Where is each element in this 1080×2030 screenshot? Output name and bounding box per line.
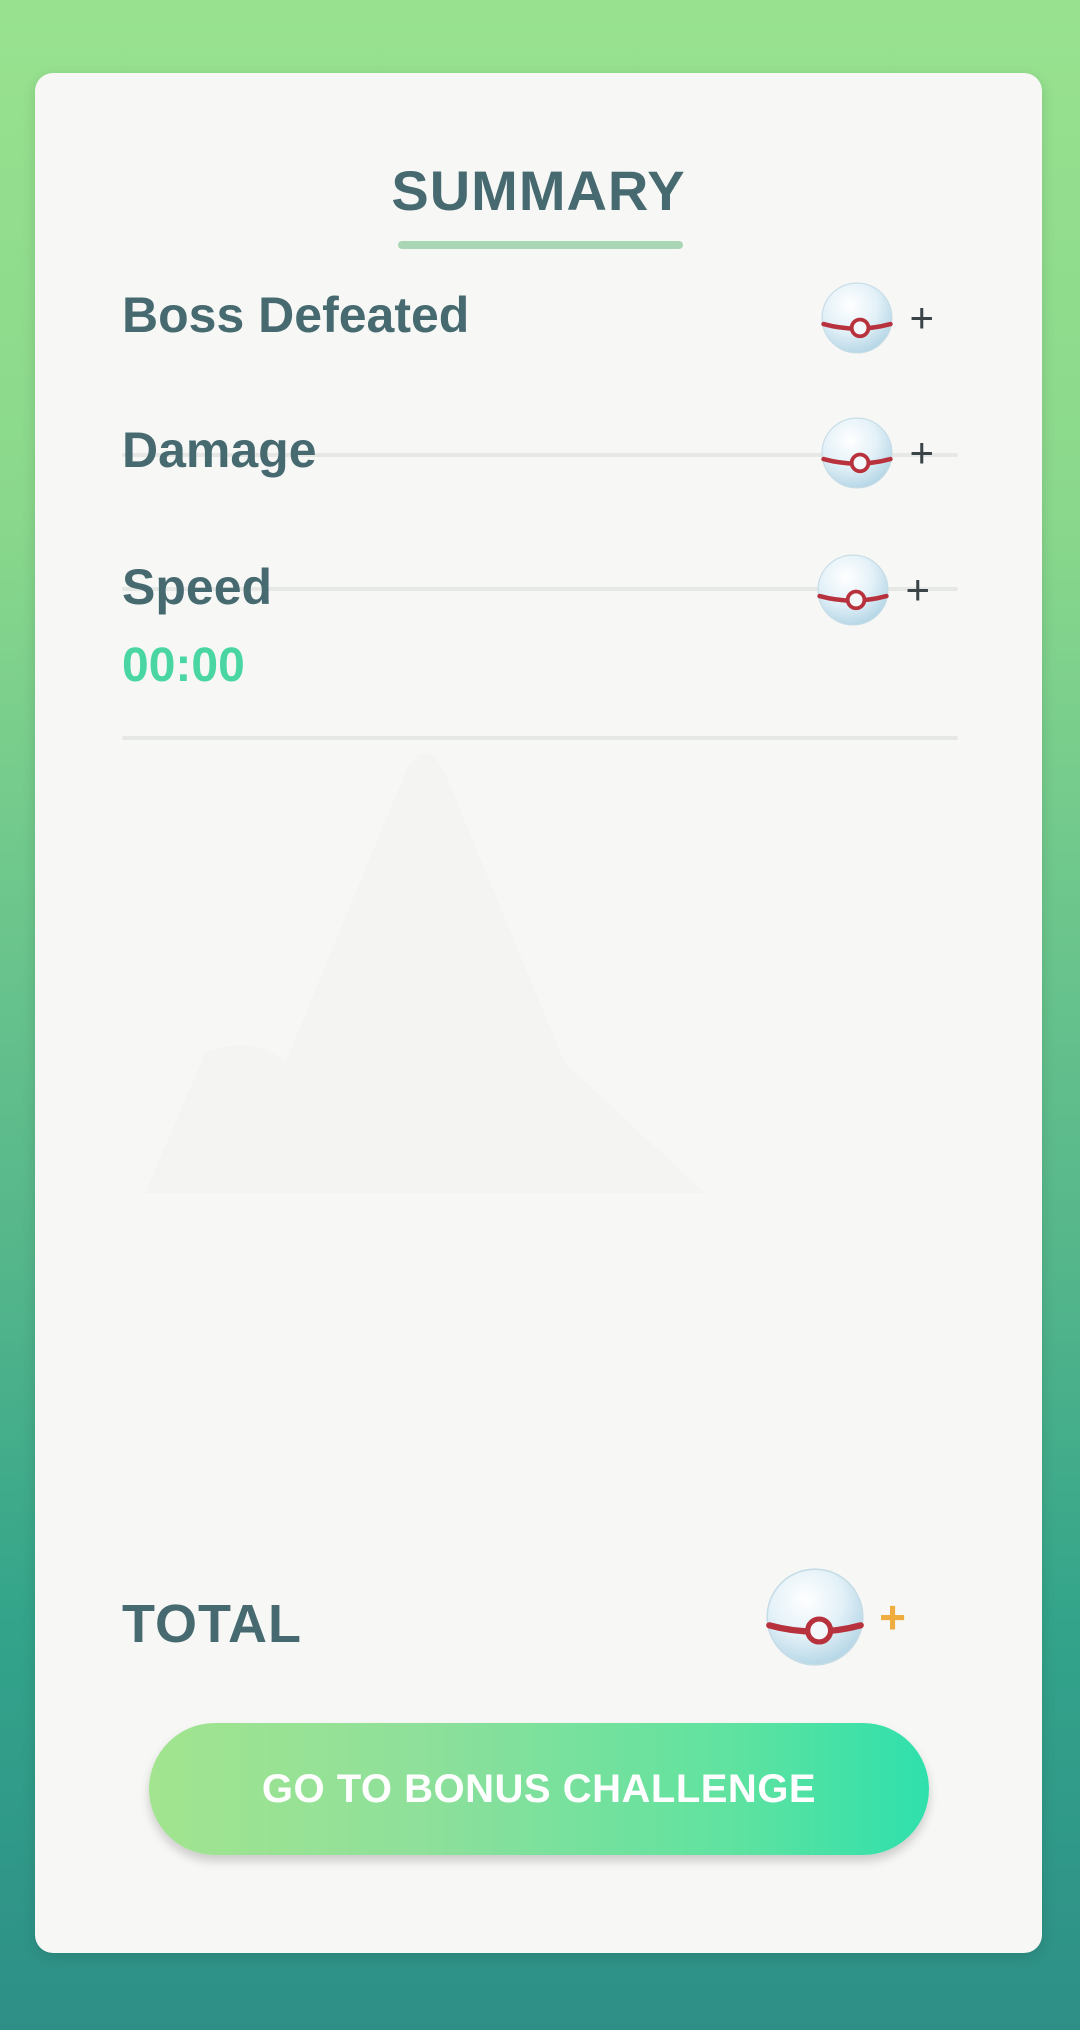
total-label: TOTAL [122, 1594, 302, 1654]
premier-ball-icon [763, 1565, 867, 1669]
row-reward: + [815, 552, 930, 628]
go-to-bonus-challenge-button[interactable]: GO TO BONUS CHALLENGE [149, 1723, 929, 1855]
plus-sign: + [909, 294, 934, 341]
title-underline [398, 241, 683, 249]
row-reward: + [819, 280, 934, 356]
total-reward: + [763, 1565, 906, 1669]
row-reward: + [819, 415, 934, 491]
premier-ball-icon [819, 280, 895, 356]
speed-time: 00:00 [122, 639, 245, 692]
premier-ball-icon [815, 552, 891, 628]
summary-title: SUMMARY [391, 159, 686, 222]
mountain-watermark-icon [145, 753, 705, 1193]
plus-sign: + [905, 566, 930, 613]
plus-sign: + [879, 1591, 906, 1643]
row-label: Speed [122, 559, 273, 615]
total-row: TOTAL + [122, 1593, 958, 1655]
row-label: Boss Defeated [122, 287, 470, 343]
summary-card: SUMMARY Boss Defeated + Damage + Speed +… [35, 73, 1042, 1953]
plus-sign: + [909, 429, 934, 476]
premier-ball-icon [819, 415, 895, 491]
row-label: Damage [122, 422, 317, 478]
row-divider [122, 736, 958, 740]
